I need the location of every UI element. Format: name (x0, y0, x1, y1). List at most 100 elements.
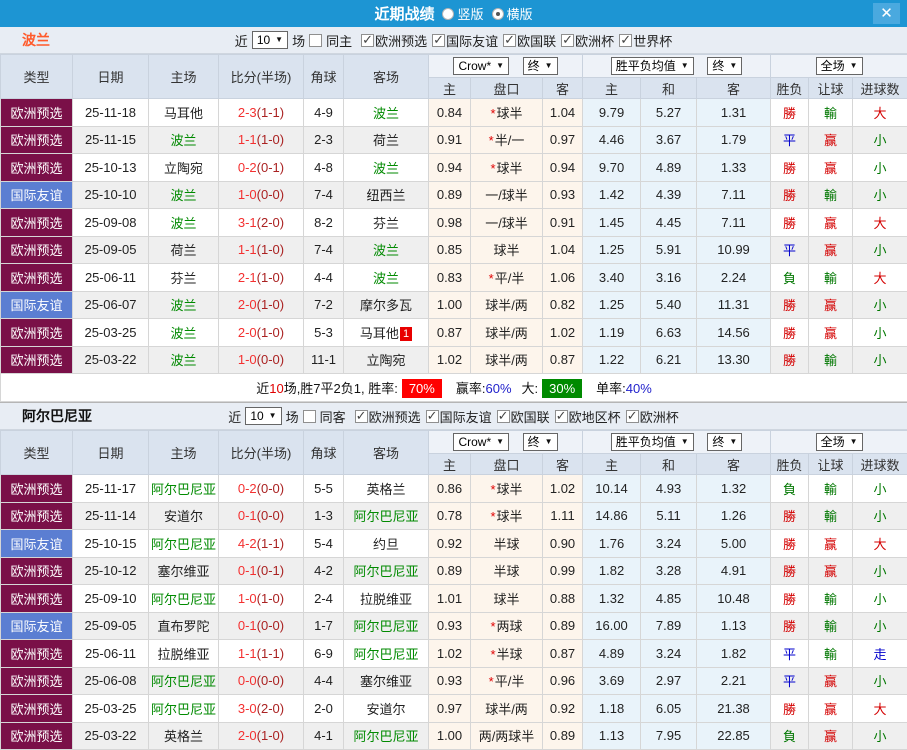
recent-count-select[interactable]: 10 (251, 31, 289, 49)
dialog-title: 近期战绩 (374, 6, 435, 23)
score-cell: 3-1(2-0) (218, 208, 304, 237)
odds-final-select[interactable]: 终 (522, 57, 558, 75)
layout-horizontal-radio[interactable] (491, 7, 504, 20)
avg-home-cell: 1.22 (582, 345, 642, 374)
league-filter-checkbox[interactable] (625, 408, 639, 424)
avg-draw-cell: 7.95 (640, 721, 698, 750)
fulltime-select[interactable]: 全场 (815, 57, 863, 75)
league-filter-checkbox[interactable] (432, 32, 446, 48)
league-filter-checkbox[interactable] (503, 32, 517, 48)
away-team-cell: 波兰 (343, 153, 429, 182)
odds-source-select[interactable]: Crow* (453, 433, 510, 451)
league-filter-checkbox[interactable] (354, 408, 368, 424)
odds-away-cell: 0.88 (541, 584, 584, 613)
league-filter-item: 欧洲杯 (561, 31, 614, 50)
odds-away-cell: 0.93 (541, 180, 584, 209)
odds-final-select[interactable]: 终 (522, 433, 558, 451)
league-filter-label: 欧洲杯 (575, 33, 615, 49)
score-cell: 0-1(0-0) (218, 611, 304, 640)
home-team-cell: 阿尔巴尼亚 (148, 529, 219, 558)
fulltime-select[interactable]: 全场 (815, 433, 863, 451)
league-filter-checkbox[interactable] (619, 32, 633, 48)
goals-cell: 小 (852, 125, 907, 154)
close-icon: ✕ (880, 5, 893, 22)
avg-home-cell: 1.25 (582, 235, 642, 264)
avg-away-cell: 1.33 (696, 153, 772, 182)
match-row: 欧洲预选 25-11-15 波兰 1-1(1-0) 2-3 荷兰 0.91 *半/一 0.97 4… (0, 125, 907, 154)
date-cell: 25-09-05 (72, 235, 149, 264)
handicap-result-cell: 赢 (808, 235, 854, 264)
handicap-cell: 球半/两 (470, 694, 543, 723)
col-away: 客场 (343, 54, 429, 99)
col-score: 比分(半场) (218, 54, 304, 99)
score-cell: 4-2(1-1) (218, 529, 304, 558)
same-venue-checkbox[interactable] (309, 33, 323, 47)
match-type-cell: 国际友谊 (0, 290, 73, 319)
big-rate-badge: 30% (542, 379, 583, 398)
away-team-cell: 塞尔维亚 (343, 666, 429, 695)
odds-home-cell: 0.78 (428, 501, 471, 530)
recent-count-select[interactable]: 10 (245, 407, 282, 425)
handicap-star: * (490, 619, 496, 635)
layout-vertical-radio[interactable] (442, 7, 455, 20)
goals-cell: 大 (852, 208, 907, 237)
filter-row: 波兰 近 10 场 同主 欧洲预选 国际友谊 欧国联 欧洲杯 世界杯 (0, 27, 907, 54)
league-filter-item: 欧地区杯 (554, 407, 621, 426)
home-team-cell: 阿尔巴尼亚 (148, 694, 219, 723)
league-filter-checkbox[interactable] (425, 408, 439, 424)
col-avg-home: 主 (582, 453, 642, 475)
date-cell: 25-11-14 (72, 501, 149, 530)
match-row: 国际友谊 25-09-05 直布罗陀 0-1(0-0) 1-7 阿尔巴尼亚 0.93 *两球 0… (0, 611, 907, 640)
avg-draw-cell: 3.67 (640, 125, 698, 154)
match-row: 欧洲预选 25-03-22 英格兰 2-0(1-0) 4-1 阿尔巴尼亚 1.00 两/两球半… (0, 721, 907, 750)
rank-badge: 1 (399, 326, 413, 341)
avg-select[interactable]: 胜平负均值 (610, 57, 694, 75)
odds-home-cell: 0.89 (428, 556, 471, 585)
handicap-star: * (490, 481, 496, 497)
header-group-row: 类型 日期 主场 比分(半场) 角球 客场 Crow* 终 胜平负均值 终 (0, 430, 907, 475)
col-handicap: 盘口 (470, 77, 543, 99)
match-row: 欧洲预选 25-10-13 立陶宛 0-2(0-1) 4-8 波兰 0.94 *球半 0.94 9… (0, 153, 907, 182)
fulltime-score: 1-1 (237, 645, 257, 661)
match-row: 欧洲预选 25-09-05 荷兰 1-1(1-0) 7-4 波兰 0.85 球半 1.04 1.2… (0, 235, 907, 264)
league-filter-checkbox[interactable] (554, 408, 568, 424)
result-cell: 勝 (770, 345, 810, 374)
avg-final-select[interactable]: 终 (707, 57, 743, 75)
same-venue-checkbox[interactable] (302, 409, 316, 423)
avg-group: 胜平负均值 终 (582, 54, 772, 78)
handicap-result-cell: 輸 (808, 584, 854, 613)
result-cell: 平 (770, 125, 810, 154)
odds-source-select[interactable]: Crow* (453, 57, 510, 75)
goals-cell: 小 (852, 584, 907, 613)
fulltime-score: 0-2 (237, 159, 257, 175)
away-team-cell: 荷兰 (343, 125, 429, 154)
col-type: 类型 (0, 54, 73, 99)
avg-final-select[interactable]: 终 (707, 433, 743, 451)
single-label: 单率: (596, 381, 626, 396)
corner-cell: 4-8 (303, 153, 344, 182)
date-cell: 25-11-17 (72, 474, 149, 503)
result-cell: 勝 (770, 180, 810, 209)
league-filter-item: 世界杯 (619, 31, 672, 50)
halftime-score: (1-0) (256, 132, 285, 148)
avg-draw-cell: 7.89 (640, 611, 698, 640)
match-row: 欧洲预选 25-06-08 阿尔巴尼亚 0-0(0-0) 4-4 塞尔维亚 0.93 *平/半… (0, 666, 907, 695)
league-filter-label: 国际友谊 (439, 409, 492, 425)
odds-home-cell: 0.93 (428, 611, 471, 640)
corner-cell: 1-3 (303, 501, 344, 530)
odds-away-cell: 1.04 (541, 235, 584, 264)
away-team-cell: 纽西兰 (343, 180, 429, 209)
avg-select[interactable]: 胜平负均值 (610, 433, 694, 451)
league-filter-checkbox[interactable] (561, 32, 575, 48)
halftime-score: (1-0) (256, 728, 285, 744)
date-cell: 25-03-25 (72, 318, 149, 347)
league-filter-checkbox[interactable] (361, 32, 375, 48)
match-type-cell: 国际友谊 (0, 611, 73, 640)
close-button[interactable]: ✕ (873, 3, 900, 24)
avg-away-cell: 5.00 (696, 529, 772, 558)
score-cell: 1-1(1-1) (218, 639, 304, 668)
league-filter-checkbox[interactable] (496, 408, 510, 424)
match-row: 欧洲预选 25-03-22 波兰 1-0(0-0) 11-1 立陶宛 1.02 球半/两 0.8… (0, 345, 907, 374)
handicap-star: * (490, 646, 496, 662)
layout-vertical-label: 竖版 (457, 7, 484, 22)
